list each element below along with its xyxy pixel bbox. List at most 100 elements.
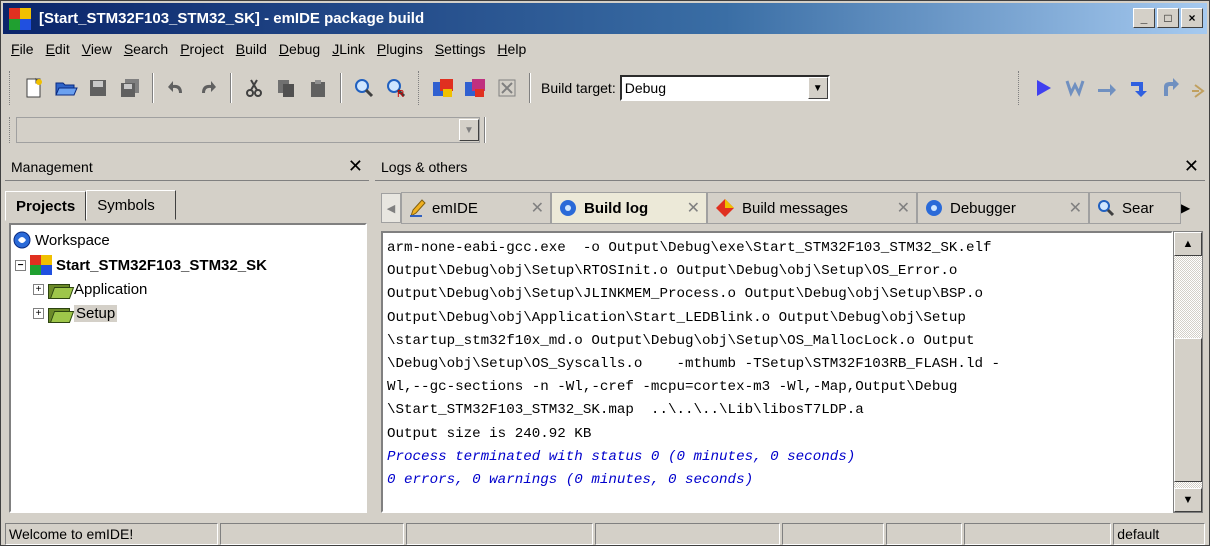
toolbar-grip[interactable] — [418, 71, 421, 105]
status-bar: Welcome to emIDE! default — [5, 523, 1207, 545]
tab-build-log[interactable]: Build log ✕ — [551, 192, 707, 224]
tab-symbols[interactable]: Symbols — [86, 190, 177, 220]
tab-scroll-right-icon[interactable]: ▶ — [1181, 201, 1195, 215]
tab-label: Build messages — [742, 199, 848, 217]
logs-header: Logs & others ✕ — [375, 153, 1205, 181]
toolbar-grip[interactable] — [1018, 71, 1021, 105]
maximize-button[interactable]: □ — [1157, 8, 1179, 28]
menu-search[interactable]: Search — [118, 41, 174, 57]
debug-step-out-icon[interactable] — [1157, 74, 1185, 102]
logs-tabs: ◀ emIDE ✕ Build log ✕ Build messages ✕ D… — [381, 191, 1203, 225]
tab-scroll-left-icon[interactable]: ◀ — [381, 193, 401, 223]
log-line: Output size is 240.92 KB — [387, 425, 592, 442]
debug-next-line-icon[interactable] — [1093, 74, 1121, 102]
menu-jlink[interactable]: JLink — [326, 41, 371, 57]
collapse-icon[interactable]: − — [15, 259, 26, 271]
gear-icon — [926, 200, 942, 216]
menu-file[interactable]: File — [5, 41, 40, 57]
build-target-select[interactable]: Debug ▼ — [619, 75, 830, 101]
close-button[interactable]: × — [1181, 8, 1203, 28]
cut-icon[interactable] — [240, 74, 268, 102]
undo-icon[interactable] — [162, 74, 190, 102]
debug-step-icon[interactable] — [1189, 74, 1205, 102]
close-icon[interactable]: ✕ — [348, 156, 363, 177]
menu-help[interactable]: Help — [491, 41, 532, 57]
scroll-up-icon[interactable]: ▲ — [1174, 232, 1202, 256]
log-line: Wl,--gc-sections -n -Wl,-cref -mcpu=cort… — [387, 379, 958, 396]
tab-search[interactable]: Sear — [1089, 192, 1181, 224]
tree-folder-setup[interactable]: + Setup — [33, 305, 118, 323]
copy-icon[interactable] — [272, 74, 300, 102]
status-pane — [886, 523, 962, 545]
toolbar-grip[interactable] — [9, 71, 12, 105]
folder-icon — [48, 282, 70, 299]
save-all-icon[interactable] — [116, 74, 144, 102]
menu-debug[interactable]: Debug — [273, 41, 326, 57]
tree-folder-application[interactable]: + Application — [33, 281, 147, 299]
tab-projects[interactable]: Projects — [5, 191, 87, 221]
project-tree[interactable]: Workspace − Start_STM32F103_STM32_SK + A… — [9, 223, 367, 513]
menu-plugins[interactable]: Plugins — [371, 41, 429, 57]
new-file-icon[interactable] — [20, 74, 48, 102]
save-icon[interactable] — [84, 74, 112, 102]
expand-icon[interactable]: + — [33, 308, 44, 319]
build-target-label: Build target: — [541, 80, 616, 96]
management-tabs: Projects Symbols — [5, 190, 177, 221]
gear-icon — [560, 200, 576, 216]
close-icon[interactable]: ✕ — [687, 198, 700, 218]
function-select[interactable]: ▼ — [16, 117, 480, 143]
log-line: arm-none-eabi-gcc.exe -o Output\Debug\ex… — [387, 240, 992, 256]
build-icon[interactable] — [429, 74, 457, 102]
workspace-label: Workspace — [35, 231, 110, 249]
log-status-line: 0 errors, 0 warnings (0 minutes, 0 secon… — [387, 472, 754, 489]
debug-run-to-cursor-icon[interactable] — [1061, 74, 1089, 102]
main-toolbar: R Build target: Debug ▼ — [5, 63, 1205, 113]
menu-build[interactable]: Build — [230, 41, 273, 57]
paste-icon[interactable] — [304, 74, 332, 102]
close-icon[interactable]: ✕ — [897, 198, 910, 218]
close-icon[interactable]: ✕ — [531, 198, 544, 218]
replace-icon[interactable]: R — [382, 74, 410, 102]
log-scrollbar[interactable]: ▲ ▼ — [1173, 231, 1203, 513]
tab-build-messages[interactable]: Build messages ✕ — [707, 192, 917, 224]
build-target-value: Debug — [624, 80, 666, 96]
toolbar-separator — [152, 73, 154, 103]
log-line: Output\Debug\obj\Application\Start_LEDBl… — [387, 309, 966, 326]
secondary-toolbar: ▼ — [5, 113, 490, 147]
tab-debugger[interactable]: Debugger ✕ — [917, 192, 1089, 224]
window-title: [Start_STM32F103_STM32_SK] - emIDE packa… — [39, 10, 425, 27]
close-icon[interactable]: ✕ — [1184, 156, 1199, 177]
pencil-icon — [410, 199, 426, 218]
debug-step-into-icon[interactable] — [1125, 74, 1153, 102]
menu-edit[interactable]: Edit — [40, 41, 76, 57]
close-icon[interactable]: ✕ — [1069, 198, 1082, 218]
expand-icon[interactable]: + — [33, 284, 44, 295]
toolbar-separator — [529, 73, 531, 103]
tree-workspace[interactable]: Workspace — [13, 231, 110, 249]
tab-emide[interactable]: emIDE ✕ — [401, 192, 551, 224]
scrollbar-thumb[interactable] — [1174, 338, 1202, 482]
svg-text:R: R — [397, 89, 404, 99]
diamond-icon — [716, 199, 734, 217]
tree-project[interactable]: − Start_STM32F103_STM32_SK — [15, 255, 267, 275]
rebuild-icon[interactable] — [461, 74, 489, 102]
debug-start-icon[interactable] — [1029, 74, 1057, 102]
find-icon[interactable] — [350, 74, 378, 102]
emide-app-icon — [9, 7, 31, 30]
toolbar-grip[interactable] — [9, 117, 12, 143]
logs-title: Logs & others — [381, 158, 468, 175]
chevron-down-icon[interactable]: ▼ — [459, 119, 479, 141]
menu-bar: File Edit View Search Project Build Debu… — [5, 37, 532, 61]
toolbar-separator — [230, 73, 232, 103]
menu-project[interactable]: Project — [174, 41, 230, 57]
open-folder-icon[interactable] — [52, 74, 80, 102]
abort-icon[interactable] — [493, 74, 521, 102]
title-bar[interactable]: [Start_STM32F103_STM32_SK] - emIDE packa… — [3, 3, 1207, 34]
menu-settings[interactable]: Settings — [429, 41, 492, 57]
minimize-button[interactable]: _ — [1133, 8, 1155, 28]
scroll-down-icon[interactable]: ▼ — [1174, 488, 1202, 512]
chevron-down-icon[interactable]: ▼ — [807, 77, 828, 99]
build-log-text[interactable]: arm-none-eabi-gcc.exe -o Output\Debug\ex… — [381, 231, 1173, 513]
menu-view[interactable]: View — [76, 41, 118, 57]
redo-icon[interactable] — [194, 74, 222, 102]
